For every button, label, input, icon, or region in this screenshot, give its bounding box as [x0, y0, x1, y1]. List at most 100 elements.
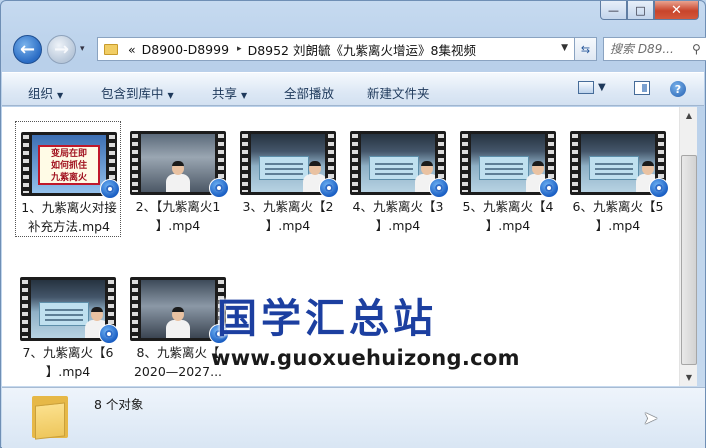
- thumbnail-frame: 变局在即 如何抓住 九紫离火: [32, 135, 106, 193]
- view-icon: [578, 81, 594, 94]
- file-name[interactable]: 7、九紫离火【6 】.mp4: [15, 343, 121, 381]
- address-dropdown-icon[interactable]: ▼: [561, 43, 568, 53]
- film-strip-edge: [572, 134, 578, 192]
- file-item[interactable]: 变局在即 如何抓住 九紫离火 1、九紫离火对接 补充方法.mp4: [15, 121, 121, 237]
- film-strip-edge: [352, 134, 358, 192]
- lecture-slide: [39, 302, 89, 326]
- refresh-icon: ⇆: [580, 42, 591, 56]
- arrow-left-icon: ←: [19, 39, 36, 60]
- file-name[interactable]: 6、九紫离火【5 】.mp4: [565, 197, 671, 235]
- presenter-figure: [166, 161, 190, 192]
- search-icon[interactable]: ⚲: [692, 42, 701, 56]
- minimize-button[interactable]: —: [600, 1, 627, 20]
- file-name[interactable]: 3、九紫离火【2 】.mp4: [235, 197, 341, 235]
- video-thumbnail: [570, 131, 669, 198]
- breadcrumb-parent[interactable]: D8900-D8999: [142, 42, 229, 57]
- thumbnail-frame: [251, 134, 325, 192]
- file-name-line: 】.mp4: [375, 218, 421, 233]
- media-player-icon: [649, 178, 669, 198]
- include-in-library-menu[interactable]: 包含到库中 ▼: [101, 83, 174, 102]
- change-view-button[interactable]: ▼: [578, 81, 606, 94]
- forward-button[interactable]: →: [47, 35, 76, 64]
- file-name-line: 】.mp4: [265, 218, 311, 233]
- video-thumbnail: [460, 131, 559, 198]
- scroll-down-arrow-icon[interactable]: ▼: [681, 369, 697, 386]
- search-input[interactable]: [610, 42, 692, 56]
- maximize-button[interactable]: □: [627, 1, 654, 20]
- breadcrumb-separator[interactable]: ▸: [237, 44, 242, 54]
- chevron-down-icon: ▼: [167, 91, 174, 100]
- vertical-scrollbar[interactable]: ▲ ▼: [679, 107, 697, 386]
- title-card-line: 如何抓住: [50, 161, 87, 171]
- navigation-bar: ← → ▾ « D8900-D8999 ▸ D8952 刘朗毓《九紫离火增运》8…: [9, 35, 706, 65]
- video-thumbnail: [350, 131, 449, 198]
- video-thumbnail: 变局在即 如何抓住 九紫离火: [21, 132, 120, 199]
- thumbnail-frame: [31, 280, 105, 338]
- search-box[interactable]: ⚲: [603, 37, 706, 61]
- lecture-slide: [479, 156, 529, 180]
- media-player-icon: [99, 324, 119, 344]
- details-pane: 8 个对象 ➤: [2, 387, 705, 448]
- scroll-up-arrow-icon[interactable]: ▲: [681, 107, 697, 124]
- video-thumbnail: [130, 131, 229, 198]
- chevron-down-icon: ▼: [57, 91, 64, 100]
- thumbnail-frame: [141, 134, 215, 192]
- help-icon: ?: [670, 81, 686, 97]
- help-button[interactable]: ?: [670, 81, 686, 97]
- media-player-icon: [539, 178, 559, 198]
- organize-label: 组织: [28, 86, 54, 101]
- film-strip-edge: [23, 135, 29, 193]
- film-strip-edge: [242, 134, 248, 192]
- lecture-slide: [259, 156, 309, 180]
- play-all-button[interactable]: 全部播放: [284, 83, 334, 102]
- presenter-figure: [166, 307, 190, 338]
- refresh-button[interactable]: ⇆: [575, 37, 597, 61]
- file-item[interactable]: 6、九紫离火【5 】.mp4: [565, 121, 671, 237]
- media-player-icon: [100, 179, 120, 199]
- file-name[interactable]: 1、九紫离火对接 补充方法.mp4: [16, 198, 122, 236]
- file-name-line: 5、九紫离火【4: [462, 199, 554, 214]
- file-name[interactable]: 4、九紫离火【3 】.mp4: [345, 197, 451, 235]
- scrollbar-thumb[interactable]: [681, 155, 697, 365]
- media-player-icon: [209, 178, 229, 198]
- film-strip-edge: [462, 134, 468, 192]
- film-strip-edge: [132, 280, 138, 338]
- file-name-line: 4、九紫离火【3: [352, 199, 444, 214]
- watermark-title: 国学汇总站: [217, 296, 437, 342]
- caption-buttons: — □ ✕: [600, 1, 699, 20]
- file-name[interactable]: 2、【九紫离火1 】.mp4: [125, 197, 231, 235]
- file-item[interactable]: 7、九紫离火【6 】.mp4: [15, 267, 121, 383]
- title-card-line: 变局在即: [50, 149, 87, 159]
- media-player-icon: [319, 178, 339, 198]
- file-name-line: 】.mp4: [485, 218, 531, 233]
- mouse-pointer-icon: ➤: [643, 408, 659, 429]
- file-name-line: 7、九紫离火【6: [22, 345, 114, 360]
- breadcrumb-current[interactable]: D8952 刘朗毓《九紫离火增运》8集视频: [248, 40, 476, 59]
- file-name-line: 1、九紫离火对接: [21, 200, 117, 215]
- organize-menu[interactable]: 组织 ▼: [28, 83, 63, 102]
- explorer-window: — □ ✕ ← → ▾ « D8900-D8999 ▸ D8952 刘朗毓《九紫…: [0, 0, 706, 448]
- thumbnail-frame: [361, 134, 435, 192]
- share-menu[interactable]: 共享 ▼: [212, 83, 247, 102]
- recent-pages-dropdown[interactable]: ▾: [80, 44, 85, 54]
- folder-icon: [104, 43, 118, 55]
- address-overflow[interactable]: «: [128, 42, 136, 57]
- file-item[interactable]: 3、九紫离火【2 】.mp4: [235, 121, 341, 237]
- file-list[interactable]: 变局在即 如何抓住 九紫离火 1、九紫离火对接 补充方法.mp4 2、【九紫离火…: [2, 107, 679, 386]
- title-card-line: 九紫离火: [50, 173, 87, 183]
- back-button[interactable]: ←: [13, 35, 42, 64]
- video-thumbnail: [20, 277, 119, 344]
- file-name-line: 】.mp4: [45, 364, 91, 379]
- file-item[interactable]: 2、【九紫离火1 】.mp4: [125, 121, 231, 237]
- film-strip-edge: [132, 134, 138, 192]
- address-bar[interactable]: « D8900-D8999 ▸ D8952 刘朗毓《九紫离火增运》8集视频 ▼: [97, 37, 575, 61]
- file-name-line: 补充方法.mp4: [27, 219, 111, 234]
- file-item[interactable]: 5、九紫离火【4 】.mp4: [455, 121, 561, 237]
- share-label: 共享: [212, 86, 238, 101]
- thumbnail-frame: [581, 134, 655, 192]
- file-item[interactable]: 4、九紫离火【3 】.mp4: [345, 121, 451, 237]
- file-name[interactable]: 5、九紫离火【4 】.mp4: [455, 197, 561, 235]
- close-button[interactable]: ✕: [654, 1, 699, 20]
- new-folder-button[interactable]: 新建文件夹: [367, 83, 430, 102]
- preview-pane-button[interactable]: [634, 81, 650, 95]
